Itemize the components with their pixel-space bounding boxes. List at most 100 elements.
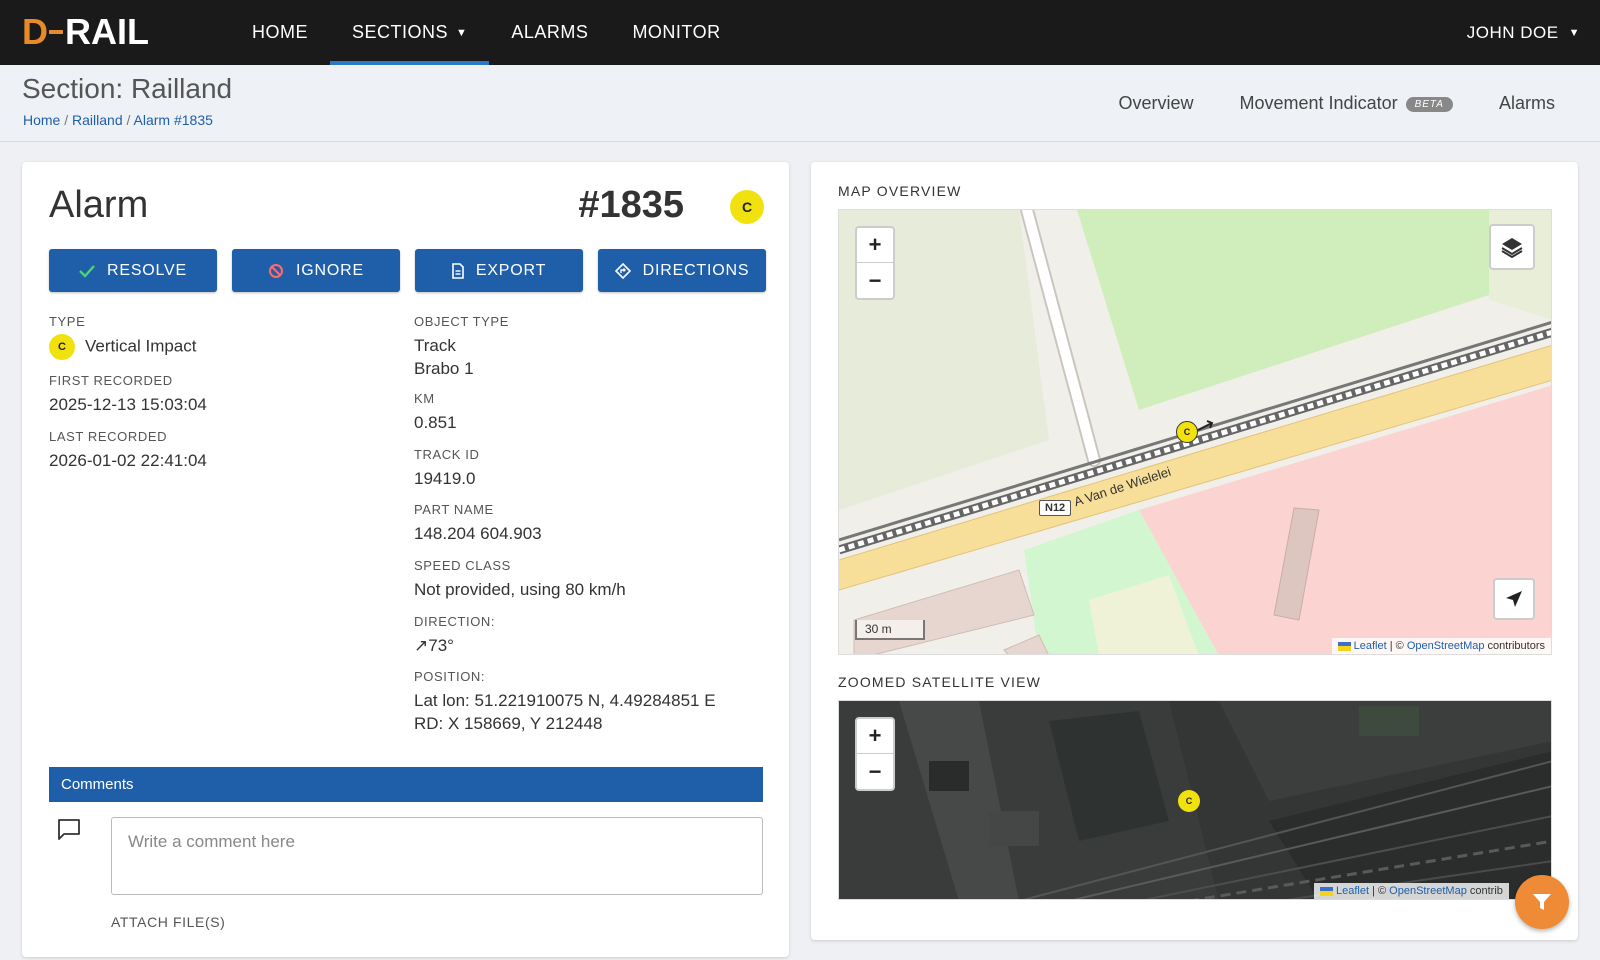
map-overview-label: MAP OVERVIEW (838, 183, 962, 199)
type-severity-badge: C (49, 334, 75, 360)
filter-fab-button[interactable] (1515, 875, 1569, 929)
caret-down-icon: ▼ (456, 26, 468, 39)
attribution-separator: | © (1386, 640, 1407, 652)
nav-monitor-label: MONITOR (632, 22, 721, 42)
object-type-value: Track (414, 336, 456, 355)
part-name-label: PART NAME (414, 502, 494, 517)
document-icon (452, 262, 464, 279)
tab-overview[interactable]: Overview (1119, 93, 1194, 114)
check-icon (79, 264, 95, 278)
nav-monitor[interactable]: MONITOR (610, 0, 742, 65)
satellite-zoom-out-button[interactable]: − (857, 754, 893, 789)
direction-value: ↗73° (414, 636, 454, 655)
satellite-leaflet-link[interactable]: Leaflet (1336, 885, 1369, 897)
alarm-title: Alarm (49, 184, 149, 226)
satellite-zoom-control: + − (855, 717, 895, 791)
tab-alarms[interactable]: Alarms (1499, 93, 1555, 114)
satellite-view-label: ZOOMED SATELLITE VIEW (838, 674, 1042, 690)
part-name-field: PART NAME 148.204 604.903 (414, 502, 542, 545)
position-latlon: Lat lon: 51.221910075 N, 4.49284851 E (414, 691, 716, 710)
top-navbar: D RAIL HOME SECTIONS ▼ ALARMS MONITOR JOHN… (0, 0, 1600, 65)
last-recorded-field: LAST RECORDED 2026-01-02 22:41:04 (49, 429, 207, 472)
locate-button[interactable] (1493, 578, 1535, 620)
export-button[interactable]: EXPORT (415, 249, 583, 292)
breadcrumb-home[interactable]: Home (23, 112, 60, 128)
position-field: POSITION: Lat lon: 51.221910075 N, 4.492… (414, 669, 716, 735)
track-id-label: TRACK ID (414, 447, 480, 462)
directions-button[interactable]: DIRECTIONS (598, 249, 766, 292)
logo-dash (49, 30, 63, 34)
ukraine-flag-icon (1320, 886, 1333, 896)
satellite-zoom-in-button[interactable]: + (857, 719, 893, 754)
direction-arrow-icon (1197, 419, 1215, 438)
navigation-arrow-icon (1506, 591, 1522, 607)
map-panel: MAP OVERVIEW A Van de Wielelei N12 C + −… (811, 162, 1578, 940)
logo-rail: RAIL (65, 11, 149, 52)
first-recorded-value: 2025-12-13 15:03:04 (49, 395, 207, 414)
satellite-attribution-separator: | © (1369, 885, 1390, 897)
tab-movement-indicator[interactable]: Movement Indicator BETA (1240, 93, 1453, 114)
caret-down-icon: ▼ (1568, 26, 1580, 39)
export-label: EXPORT (475, 261, 547, 279)
beta-badge: BETA (1405, 97, 1453, 112)
zoom-in-button[interactable]: + (857, 228, 893, 263)
drail-logo[interactable]: D RAIL (22, 11, 149, 52)
part-name-value: 148.204 604.903 (414, 524, 542, 543)
direction-field: DIRECTION: ↗73° (414, 614, 495, 657)
severity-badge: C (730, 190, 764, 224)
comments-header: Comments (49, 767, 763, 802)
layers-button[interactable] (1489, 224, 1535, 270)
page-title: Section: Railland (22, 73, 233, 104)
alarm-panel: Alarm #1835 C RESOLVE IGNORE EXPORT DIRE… (22, 162, 789, 957)
km-field: KM 0.851 (414, 391, 457, 434)
satellite-osm-link[interactable]: OpenStreetMap (1389, 885, 1467, 897)
leaflet-link[interactable]: Leaflet (1354, 640, 1387, 652)
logo-d: D (22, 11, 48, 52)
object-name-value: Brabo 1 (414, 359, 474, 378)
breadcrumb: Home / Railland / Alarm #1835 (23, 112, 213, 128)
object-type-label: OBJECT TYPE (414, 314, 509, 329)
map-overview[interactable]: A Van de Wielelei N12 C + − 30 m Leaflet… (838, 209, 1552, 655)
section-header: Section: Railland Home / Railland / Alar… (0, 65, 1600, 142)
tab-movement-indicator-label: Movement Indicator (1239, 93, 1398, 113)
resolve-button[interactable]: RESOLVE (49, 249, 217, 292)
object-type-field: OBJECT TYPE Track Brabo 1 (414, 314, 509, 380)
ignore-button[interactable]: IGNORE (232, 249, 400, 292)
user-name: JOHN DOE (1466, 22, 1559, 42)
ignore-label: IGNORE (296, 261, 364, 279)
nav-home[interactable]: HOME (230, 0, 330, 65)
zoom-out-button[interactable]: − (857, 263, 893, 298)
comment-placeholder: Write a comment here (128, 832, 295, 851)
last-recorded-label: LAST RECORDED (49, 429, 168, 444)
nav-alarms-label: ALARMS (511, 22, 589, 42)
comment-icon (57, 817, 81, 846)
directions-label: DIRECTIONS (642, 261, 750, 279)
user-menu[interactable]: JOHN DOE ▼ (1467, 0, 1580, 65)
km-value: 0.851 (414, 413, 457, 432)
position-label: POSITION: (414, 669, 486, 684)
direction-label: DIRECTION: (414, 614, 496, 629)
map-scale: 30 m (855, 620, 925, 640)
resolve-label: RESOLVE (107, 261, 187, 279)
breadcrumb-railland[interactable]: Railland (72, 112, 123, 128)
osm-link[interactable]: OpenStreetMap (1407, 640, 1485, 652)
type-field: TYPE C Vertical Impact (49, 314, 197, 360)
satellite-attribution: Leaflet | © OpenStreetMap contrib (1314, 883, 1509, 899)
speed-class-field: SPEED CLASS Not provided, using 80 km/h (414, 558, 626, 601)
comment-input[interactable]: Write a comment here (111, 817, 763, 895)
track-id-field: TRACK ID 19419.0 (414, 447, 479, 490)
alarm-marker[interactable]: C (1176, 421, 1198, 443)
speed-class-label: SPEED CLASS (414, 558, 511, 573)
breadcrumb-alarm[interactable]: Alarm #1835 (134, 112, 213, 128)
first-recorded-label: FIRST RECORDED (49, 373, 173, 388)
attach-files-button[interactable]: ATTACH FILE(S) (111, 914, 225, 930)
satellite-map[interactable]: + − C Leaflet | © OpenStreetMap contrib (838, 700, 1552, 900)
nav-alarms[interactable]: ALARMS (489, 0, 610, 65)
satellite-alarm-marker[interactable]: C (1178, 790, 1200, 812)
filter-icon (1533, 894, 1551, 910)
nav-home-label: HOME (252, 22, 308, 42)
road-number-label: N12 (1039, 500, 1072, 516)
attribution-contributors: contributors (1484, 640, 1545, 652)
type-value: Vertical Impact (85, 336, 197, 356)
nav-sections[interactable]: SECTIONS ▼ (330, 0, 490, 65)
